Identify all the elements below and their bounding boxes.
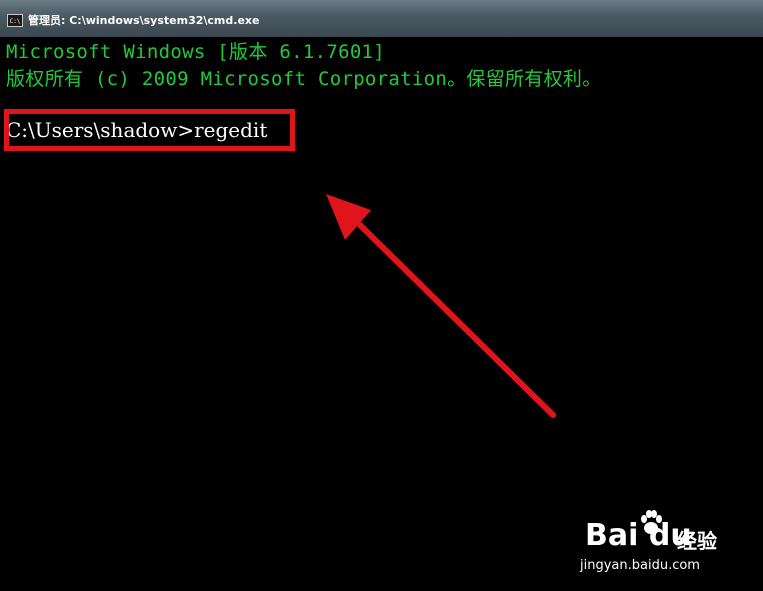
paw-icon [641,510,662,534]
watermark-url: jingyan.baidu.com [580,558,700,573]
arrow-shaft [357,222,556,418]
jingyan-text: 经验 [677,529,717,553]
annotation-arrow [326,194,556,418]
baidu-jingyan-watermark: Bai du 经验 jingyan.baidu.com [580,510,755,580]
